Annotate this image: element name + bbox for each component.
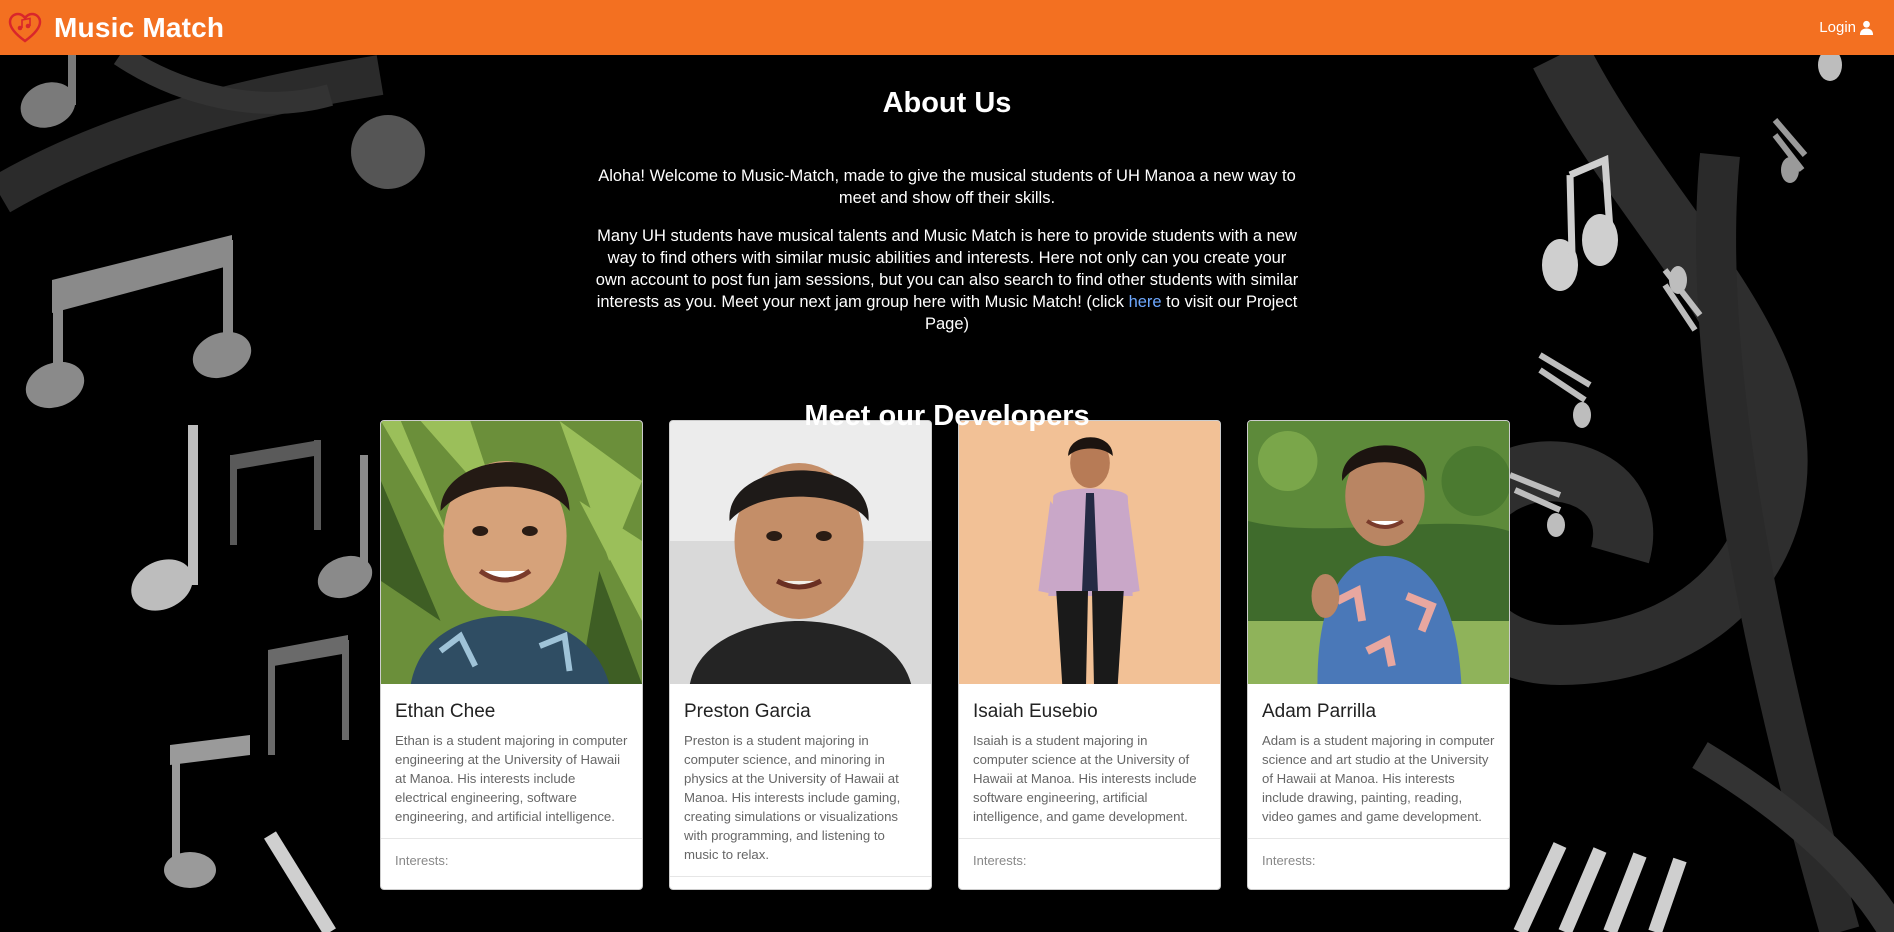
developer-card: Isaiah Eusebio Isaiah is a student major… [958, 420, 1221, 890]
developer-card-body: Isaiah Eusebio Isaiah is a student major… [959, 689, 1220, 826]
developer-name: Isaiah Eusebio [973, 701, 1098, 722]
user-icon [1859, 20, 1874, 35]
developer-card: Adam Parrilla Adam is a student majoring… [1247, 420, 1510, 890]
about-paragraph-details: Many UH students have musical talents an… [592, 225, 1302, 335]
main-content: About Us Aloha! Welcome to Music-Match, … [0, 55, 1894, 433]
developer-name: Preston Garcia [684, 701, 811, 722]
project-page-link[interactable]: here [1129, 293, 1162, 311]
developer-description: Isaiah is a student majoring in computer… [973, 733, 1197, 824]
developer-photo [1248, 421, 1509, 684]
developer-card-body: Adam Parrilla Adam is a student majoring… [1248, 689, 1509, 826]
developer-description: Adam is a student majoring in computer s… [1262, 733, 1495, 824]
developer-interests: Interests: [1248, 838, 1509, 868]
navbar: Music Match Login [0, 0, 1894, 55]
developer-card-body: Ethan Chee Ethan is a student majoring i… [381, 689, 642, 826]
developer-interests: Interests: [381, 838, 642, 868]
developer-description: Preston is a student majoring in compute… [684, 733, 901, 862]
about-us-title: About Us [882, 87, 1012, 119]
about-paragraph-welcome: Aloha! Welcome to Music-Match, made to g… [598, 167, 1296, 207]
brand-link[interactable]: Music Match [8, 11, 224, 45]
developer-card-body: Preston Garcia Preston is a student majo… [670, 689, 931, 864]
heart-music-logo-icon [8, 12, 42, 43]
developer-name: Adam Parrilla [1262, 701, 1377, 722]
developer-cards: Ethan Chee Ethan is a student majoring i… [380, 420, 1510, 890]
login-button[interactable]: Login [1819, 19, 1874, 36]
brand-title: Music Match [54, 11, 225, 43]
meet-developers-title: Meet our Developers [804, 400, 1090, 432]
developer-description: Ethan is a student majoring in computer … [395, 733, 628, 824]
developer-photo [381, 421, 642, 684]
login-label: Login [1819, 19, 1856, 36]
developer-interests: Interests: [959, 838, 1220, 868]
developer-photo [670, 421, 931, 684]
developer-card: Preston Garcia Preston is a student majo… [669, 420, 932, 890]
developer-interests: Interests: [670, 876, 931, 889]
developer-photo [959, 421, 1220, 684]
developer-card: Ethan Chee Ethan is a student majoring i… [380, 420, 643, 890]
developer-name: Ethan Chee [395, 701, 496, 722]
